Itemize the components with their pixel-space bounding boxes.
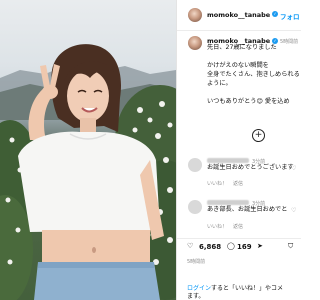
comment-heart-icon[interactable]: ♡ <box>291 207 296 214</box>
comment-heart-icon[interactable]: ♡ <box>291 165 296 172</box>
caption-line: 先日、27歳になりました <box>207 44 277 51</box>
caption-line: 全身でたくさん、抱きしめられる <box>207 71 300 78</box>
bookmark-icon[interactable]: ⛉ <box>288 242 293 251</box>
like-count: 6,868 <box>199 243 222 251</box>
comment-count: 169 <box>237 243 252 251</box>
comment-text: あき部長、お誕生日おめでと <box>207 206 288 213</box>
comment-username-redacted <box>207 200 249 205</box>
post-side-panel: momoko__tanabe ✓ フォロ momoko__tanabe ✓ 5時… <box>176 0 301 300</box>
comment-text: お誕生日おめでとうございます <box>207 164 294 171</box>
header-username[interactable]: momoko__tanabe <box>207 11 270 19</box>
caption-line: かけがえのない瞬間を <box>207 62 269 69</box>
caption-line: ように。 <box>207 80 232 87</box>
share-icon[interactable]: ➤ <box>257 242 263 250</box>
caption-avatar[interactable] <box>188 36 202 50</box>
login-text: すると「いいね！」やコメ <box>211 285 284 292</box>
caption-line: いつもありがとう😊 愛を込め <box>207 98 290 105</box>
comment-like-button[interactable]: いいね！ <box>207 223 227 230</box>
login-text-line2: ます。 <box>187 293 205 300</box>
post-header: momoko__tanabe ✓ フォロ <box>177 0 301 31</box>
post-time: 5時間前 <box>187 259 206 265</box>
photo-illustration <box>0 44 176 300</box>
post-actions: ♡ 6,868 ◯ 169 ➤ ⛉ 5時間前 ログインすると「いいね！」やコメ … <box>177 238 301 300</box>
comment-reply-button[interactable]: 返信 <box>233 223 243 230</box>
comment-icon[interactable]: ◯ <box>227 242 235 250</box>
comment-avatar[interactable] <box>188 200 202 214</box>
caption-time: 5時間前 <box>280 39 299 45</box>
comment-like-button[interactable]: いいね！ <box>207 180 227 187</box>
follow-button[interactable]: フォロ <box>280 11 300 21</box>
comment-avatar[interactable] <box>188 158 202 172</box>
login-link[interactable]: ログイン <box>187 285 211 292</box>
heart-icon[interactable]: ♡ <box>187 242 193 250</box>
comment-username-redacted <box>207 158 249 163</box>
avatar[interactable] <box>188 8 202 22</box>
login-prompt: ログインすると「いいね！」やコメ ます。 <box>187 285 299 300</box>
post-photo[interactable] <box>0 0 176 300</box>
verified-icon: ✓ <box>272 11 278 17</box>
plus-circle-icon[interactable]: + <box>252 129 265 142</box>
comment-reply-button[interactable]: 返信 <box>233 180 243 187</box>
